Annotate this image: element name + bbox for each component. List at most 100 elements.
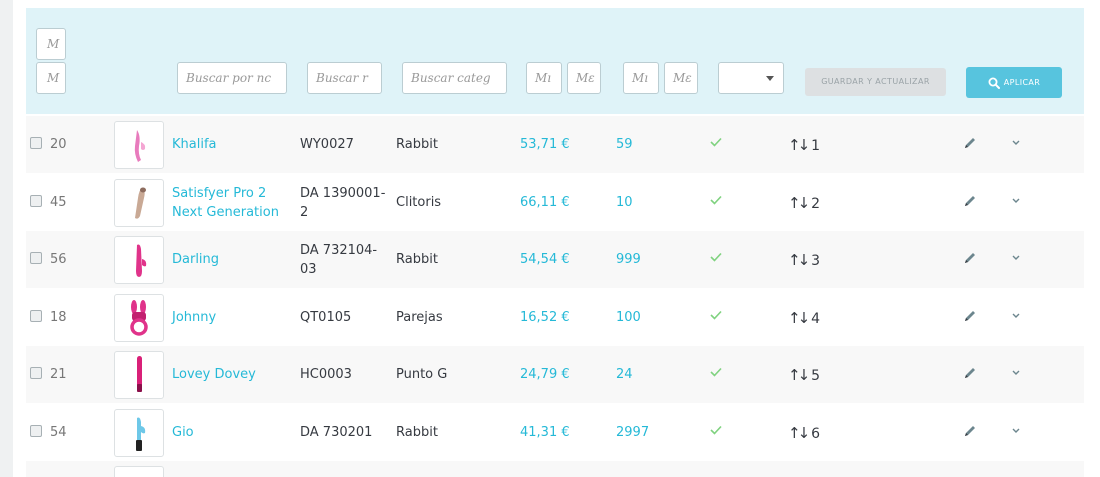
product-quantity[interactable]: 24 bbox=[616, 365, 633, 384]
table-row: 20 Khalifa WY0027 Rabbit 53,71 € 59 ↑↓ 1 bbox=[26, 116, 1084, 173]
drag-sort-icon[interactable]: ↑↓ bbox=[788, 194, 810, 212]
qty-min-filter[interactable]: Mı bbox=[623, 62, 659, 94]
product-reference-line: 2 bbox=[300, 204, 309, 220]
apply-label: APLICAR bbox=[1003, 78, 1041, 87]
product-reference-line: 03 bbox=[300, 262, 317, 277]
category-search-input[interactable]: Buscar categ bbox=[402, 62, 507, 94]
product-reference-line: DA 730201 bbox=[300, 424, 373, 440]
product-name-link[interactable]: Satisfyer Pro 2 Next Generation bbox=[172, 184, 279, 222]
drag-sort-icon[interactable]: ↑↓ bbox=[788, 309, 810, 327]
product-id: 54 bbox=[50, 424, 67, 440]
product-quantity[interactable]: 59 bbox=[616, 135, 633, 154]
product-reference-line: QT0105 bbox=[300, 309, 352, 325]
product-quantity[interactable]: 10 bbox=[616, 193, 633, 212]
product-price: 54,54 € bbox=[520, 252, 570, 267]
product-price: 16,52 € bbox=[520, 309, 570, 325]
id-max-filter[interactable]: M bbox=[36, 62, 66, 94]
product-quantity[interactable]: 2997 bbox=[616, 423, 649, 442]
row-checkbox[interactable] bbox=[30, 367, 42, 379]
qty-max-filter[interactable]: Mε bbox=[664, 62, 698, 94]
product-name-link[interactable]: Khalifa bbox=[172, 135, 217, 154]
pencil-icon[interactable] bbox=[963, 366, 977, 384]
save-and-update-button[interactable]: GUARDAR Y ACTUALIZAR bbox=[805, 68, 946, 96]
product-reference: DA 730201 bbox=[300, 423, 372, 442]
position-value: 5 bbox=[811, 368, 821, 384]
product-id: 18 bbox=[50, 309, 67, 325]
price-min-filter[interactable]: Mı bbox=[526, 62, 562, 94]
position-value: 1 bbox=[811, 138, 821, 154]
position-value: 6 bbox=[811, 425, 821, 442]
position-cell[interactable]: ↑↓ 3 bbox=[788, 251, 820, 271]
position-cell[interactable]: ↑↓ 1 bbox=[788, 136, 820, 156]
chevron-down-icon[interactable] bbox=[1011, 424, 1021, 439]
product-reference: HC0003 bbox=[300, 365, 352, 384]
product-category: Parejas bbox=[396, 309, 443, 325]
pencil-icon[interactable] bbox=[963, 309, 977, 327]
position-value: 2 bbox=[811, 195, 821, 212]
product-category: Clitoris bbox=[396, 194, 442, 210]
product-id: 21 bbox=[50, 367, 67, 382]
drag-sort-icon[interactable]: ↑↓ bbox=[788, 424, 810, 442]
row-checkbox[interactable] bbox=[30, 137, 42, 149]
product-price: 66,11 € bbox=[520, 194, 570, 210]
status-enabled-check-icon[interactable] bbox=[710, 424, 722, 439]
apply-filters-button[interactable]: APLICAR bbox=[966, 67, 1062, 98]
status-enabled-check-icon[interactable] bbox=[710, 251, 722, 266]
chevron-down-icon[interactable] bbox=[1011, 366, 1021, 381]
product-reference: QT0105 bbox=[300, 308, 351, 327]
reference-search-input[interactable]: Buscar r bbox=[307, 62, 382, 94]
product-quantity[interactable]: 100 bbox=[616, 308, 641, 327]
product-name-link[interactable]: Gio bbox=[172, 423, 194, 442]
row-checkbox[interactable] bbox=[30, 309, 42, 322]
product-name-link[interactable]: Darling bbox=[172, 250, 219, 269]
row-checkbox[interactable] bbox=[30, 252, 42, 264]
product-thumbnail bbox=[114, 236, 164, 284]
table-row-partial bbox=[26, 461, 1084, 477]
name-search-input[interactable]: Buscar por nc bbox=[177, 62, 287, 94]
product-name-line: Darling bbox=[172, 252, 220, 267]
product-id: 56 bbox=[50, 252, 67, 267]
pencil-icon[interactable] bbox=[963, 194, 977, 212]
pencil-icon[interactable] bbox=[963, 136, 977, 154]
product-category: Rabbit bbox=[396, 424, 438, 440]
status-select[interactable] bbox=[718, 62, 784, 94]
product-thumbnail bbox=[114, 351, 164, 399]
position-cell[interactable]: ↑↓ 5 bbox=[788, 366, 820, 386]
product-price: 53,71 € bbox=[520, 137, 570, 152]
status-enabled-check-icon[interactable] bbox=[710, 309, 722, 324]
table-row: 54 Gio DA 730201 Rabbit 41,31 € 2997 ↑↓ 6 bbox=[26, 403, 1084, 461]
product-thumbnail bbox=[114, 178, 164, 227]
left-rail bbox=[0, 0, 13, 477]
status-enabled-check-icon[interactable] bbox=[710, 366, 722, 381]
product-thumbnail bbox=[114, 121, 164, 169]
price-max-filter[interactable]: Mε bbox=[567, 62, 601, 94]
position-value: 3 bbox=[811, 253, 821, 269]
chevron-down-icon[interactable] bbox=[1011, 194, 1021, 209]
drag-sort-icon[interactable]: ↑↓ bbox=[788, 366, 810, 384]
chevron-down-icon[interactable] bbox=[1011, 136, 1021, 151]
pencil-icon[interactable] bbox=[963, 251, 977, 269]
product-category: Rabbit bbox=[396, 137, 438, 152]
status-enabled-check-icon[interactable] bbox=[710, 194, 722, 209]
product-name-line: Khalifa bbox=[172, 137, 217, 152]
product-quantity[interactable]: 999 bbox=[616, 250, 641, 269]
chevron-down-icon[interactable] bbox=[1011, 251, 1021, 266]
drag-sort-icon[interactable]: ↑↓ bbox=[788, 251, 810, 269]
position-cell[interactable]: ↑↓ 6 bbox=[788, 424, 820, 444]
status-enabled-check-icon[interactable] bbox=[710, 136, 722, 151]
product-reference: DA 732104- 03 bbox=[300, 241, 377, 279]
product-name-link[interactable]: Johnny bbox=[172, 308, 216, 327]
product-reference: DA 1390001- 2 bbox=[300, 184, 385, 222]
product-reference-line: DA 732104- bbox=[300, 243, 378, 258]
drag-sort-icon[interactable]: ↑↓ bbox=[788, 136, 810, 154]
chevron-down-icon[interactable] bbox=[1011, 309, 1021, 324]
product-name-link[interactable]: Lovey Dovey bbox=[172, 365, 256, 384]
position-cell[interactable]: ↑↓ 2 bbox=[788, 194, 820, 214]
product-thumbnail bbox=[114, 408, 164, 457]
row-checkbox[interactable] bbox=[30, 194, 42, 207]
position-cell[interactable]: ↑↓ 4 bbox=[788, 309, 820, 329]
pencil-icon[interactable] bbox=[963, 424, 977, 442]
product-thumbnail bbox=[114, 293, 164, 342]
id-min-filter[interactable]: M bbox=[36, 28, 66, 60]
row-checkbox[interactable] bbox=[30, 424, 42, 437]
